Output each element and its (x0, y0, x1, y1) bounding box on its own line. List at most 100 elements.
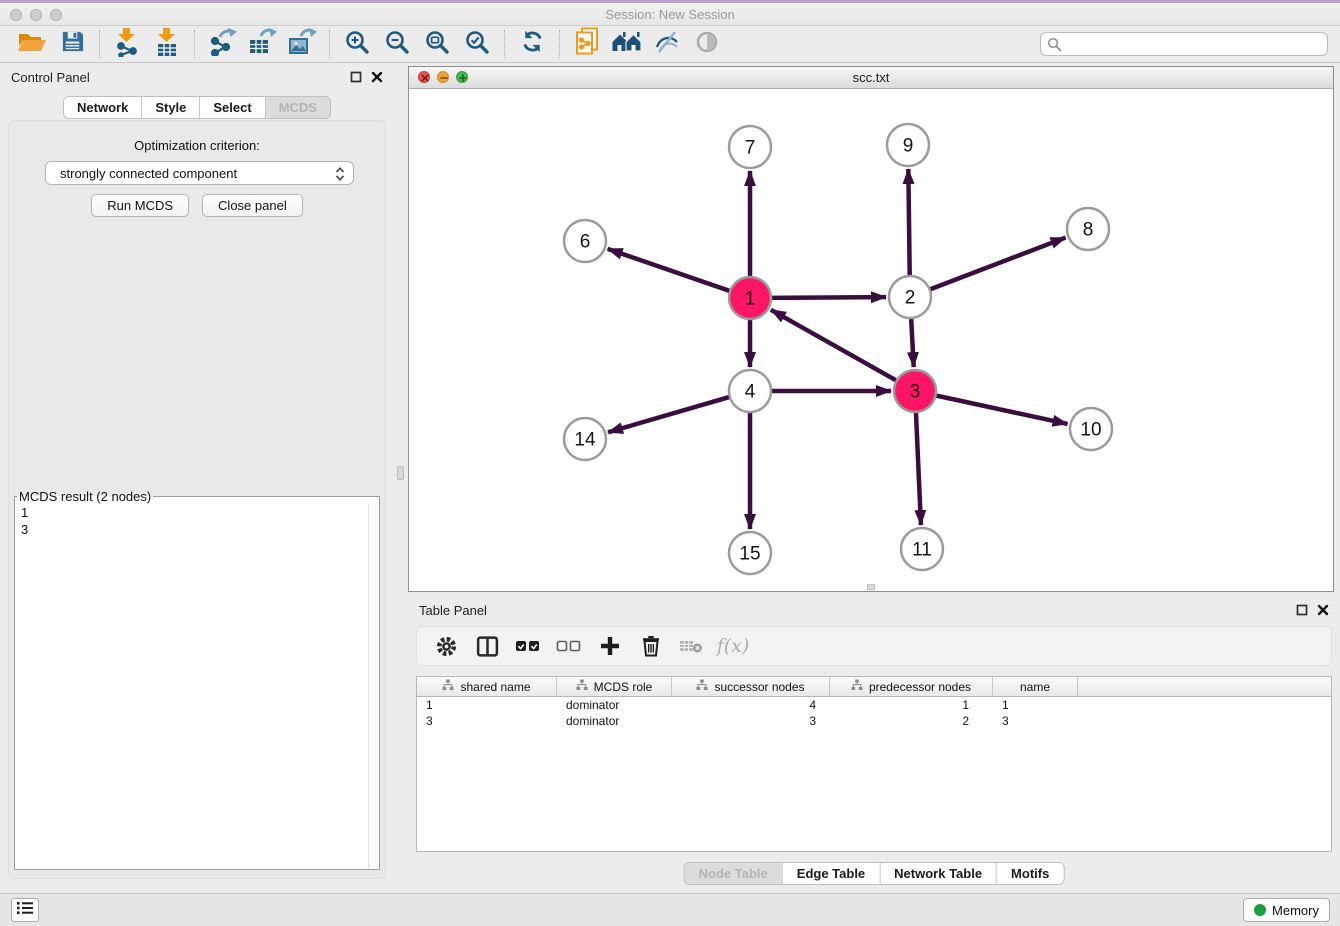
cell-name[interactable]: 1 (993, 697, 1078, 713)
deselect-all-button[interactable] (556, 633, 582, 659)
cell-successor-nodes[interactable]: 4 (672, 697, 830, 713)
column-header-predecessor-nodes[interactable]: predecessor nodes (830, 677, 993, 696)
export-image-button[interactable] (282, 28, 322, 60)
table-tab-network-table[interactable]: Network Table (879, 863, 996, 884)
table-row[interactable]: 3dominator323 (417, 713, 1331, 729)
cell-shared-name[interactable]: 1 (417, 697, 557, 713)
edge-2-8[interactable] (928, 238, 1066, 291)
export-table-icon (247, 28, 277, 61)
import-table-button[interactable] (147, 28, 187, 60)
float-table-panel-icon[interactable] (1296, 604, 1308, 616)
close-table-panel-icon[interactable] (1317, 604, 1329, 616)
node-4[interactable]: 4 (729, 370, 771, 412)
select-all-button[interactable] (515, 633, 541, 659)
column-settings-button[interactable] (433, 633, 459, 659)
open-file-button[interactable] (12, 28, 52, 60)
export-network-button[interactable] (202, 28, 242, 60)
show-graphics-details-button[interactable] (687, 28, 727, 60)
hide-graphics-details-icon (654, 29, 681, 60)
table-row[interactable]: 1dominator411 (417, 697, 1331, 713)
refresh-button[interactable] (512, 28, 552, 60)
app-titlebar: Session: New Session (0, 3, 1340, 26)
network-view-window: scc.txt 7 9 6 8 1 2 4 3 14 10 15 11 (408, 66, 1334, 592)
criterion-dropdown[interactable]: strongly connected component (45, 161, 354, 185)
node-7[interactable]: 7 (729, 126, 771, 168)
divider-handle[interactable] (397, 466, 404, 480)
zoom-in-icon (344, 29, 370, 60)
zoom-fit-button[interactable] (417, 28, 457, 60)
table-tab-edge-table[interactable]: Edge Table (782, 863, 879, 884)
split-view-button[interactable] (474, 633, 500, 659)
edge-1-2[interactable] (769, 297, 886, 298)
task-history-button[interactable] (11, 898, 39, 922)
edge-2-9[interactable] (908, 169, 909, 278)
cell-successor-nodes[interactable]: 3 (672, 713, 830, 729)
close-panel-button[interactable]: Close panel (202, 194, 303, 217)
cell-predecessor-nodes[interactable]: 1 (830, 697, 993, 713)
float-panel-icon[interactable] (350, 71, 362, 83)
close-panel-icon[interactable] (371, 71, 383, 83)
node-8[interactable]: 8 (1067, 208, 1109, 250)
node-label: 15 (739, 544, 760, 565)
edge-4-14[interactable] (608, 396, 732, 432)
zoom-in-button[interactable] (337, 28, 377, 60)
cell-shared-name[interactable]: 3 (417, 713, 557, 729)
control-panel-title: Control Panel (11, 70, 90, 85)
search-input[interactable] (1040, 32, 1328, 56)
delete-table-button[interactable] (679, 633, 705, 659)
edge-3-1[interactable] (771, 310, 899, 382)
network-resize-handle[interactable] (867, 584, 875, 590)
cell-MCDS-role[interactable]: dominator (557, 697, 672, 713)
node-9[interactable]: 9 (887, 124, 929, 166)
zoom-out-button[interactable] (377, 28, 417, 60)
cell-predecessor-nodes[interactable]: 2 (830, 713, 993, 729)
node-1[interactable]: 1 (729, 277, 771, 319)
save-session-button[interactable] (52, 28, 92, 60)
edge-2-3[interactable] (911, 316, 914, 367)
panel-divider[interactable] (394, 63, 408, 893)
tab-select[interactable]: Select (199, 97, 264, 118)
table-tab-motifs[interactable]: Motifs (996, 863, 1063, 884)
network-graph-canvas[interactable]: 7 9 6 8 1 2 4 3 14 10 15 11 (409, 89, 1333, 591)
app-title: Session: New Session (0, 7, 1340, 22)
node-3[interactable]: 3 (894, 370, 936, 412)
column-header-MCDS-role[interactable]: MCDS role (557, 677, 672, 696)
cell-MCDS-role[interactable]: dominator (557, 713, 672, 729)
new-network-from-selection-button[interactable] (567, 28, 607, 60)
edge-1-6[interactable] (608, 249, 732, 292)
node-6[interactable]: 6 (564, 220, 606, 262)
function-builder-button[interactable]: f(x) (720, 633, 746, 659)
refresh-icon (520, 29, 545, 59)
run-mcds-button[interactable]: Run MCDS (91, 194, 189, 217)
tab-style[interactable]: Style (141, 97, 199, 118)
tab-mcds[interactable]: MCDS (265, 97, 330, 118)
node-15[interactable]: 15 (729, 532, 771, 574)
column-label: successor nodes (714, 680, 804, 694)
table-tab-node-table[interactable]: Node Table (685, 863, 782, 884)
node-10[interactable]: 10 (1070, 408, 1112, 450)
add-row-button[interactable] (597, 633, 623, 659)
column-header-name[interactable]: name (993, 677, 1078, 696)
export-table-button[interactable] (242, 28, 282, 60)
edge-3-10[interactable] (934, 395, 1068, 424)
node-14[interactable]: 14 (564, 418, 606, 460)
tab-network[interactable]: Network (64, 97, 141, 118)
column-header-shared-name[interactable]: shared name (417, 677, 557, 696)
zoom-selected-button[interactable] (457, 28, 497, 60)
cell-name[interactable]: 3 (993, 713, 1078, 729)
first-neighbors-button[interactable] (607, 28, 647, 60)
edge-3-11[interactable] (916, 410, 921, 525)
hide-graphics-details-button[interactable] (647, 28, 687, 60)
result-scrollbar[interactable] (368, 504, 379, 869)
function-icon: f(x) (717, 635, 750, 657)
import-network-button[interactable] (107, 28, 147, 60)
delete-row-button[interactable] (638, 633, 664, 659)
memory-button[interactable]: Memory (1243, 898, 1330, 922)
column-header-successor-nodes[interactable]: successor nodes (672, 677, 830, 696)
hierarchy-icon (851, 679, 863, 694)
node-2[interactable]: 2 (889, 276, 931, 318)
network-window-titlebar[interactable]: scc.txt (409, 67, 1333, 89)
memory-status-icon (1254, 904, 1266, 916)
node-11[interactable]: 11 (901, 528, 943, 570)
node-label: 2 (905, 288, 916, 309)
